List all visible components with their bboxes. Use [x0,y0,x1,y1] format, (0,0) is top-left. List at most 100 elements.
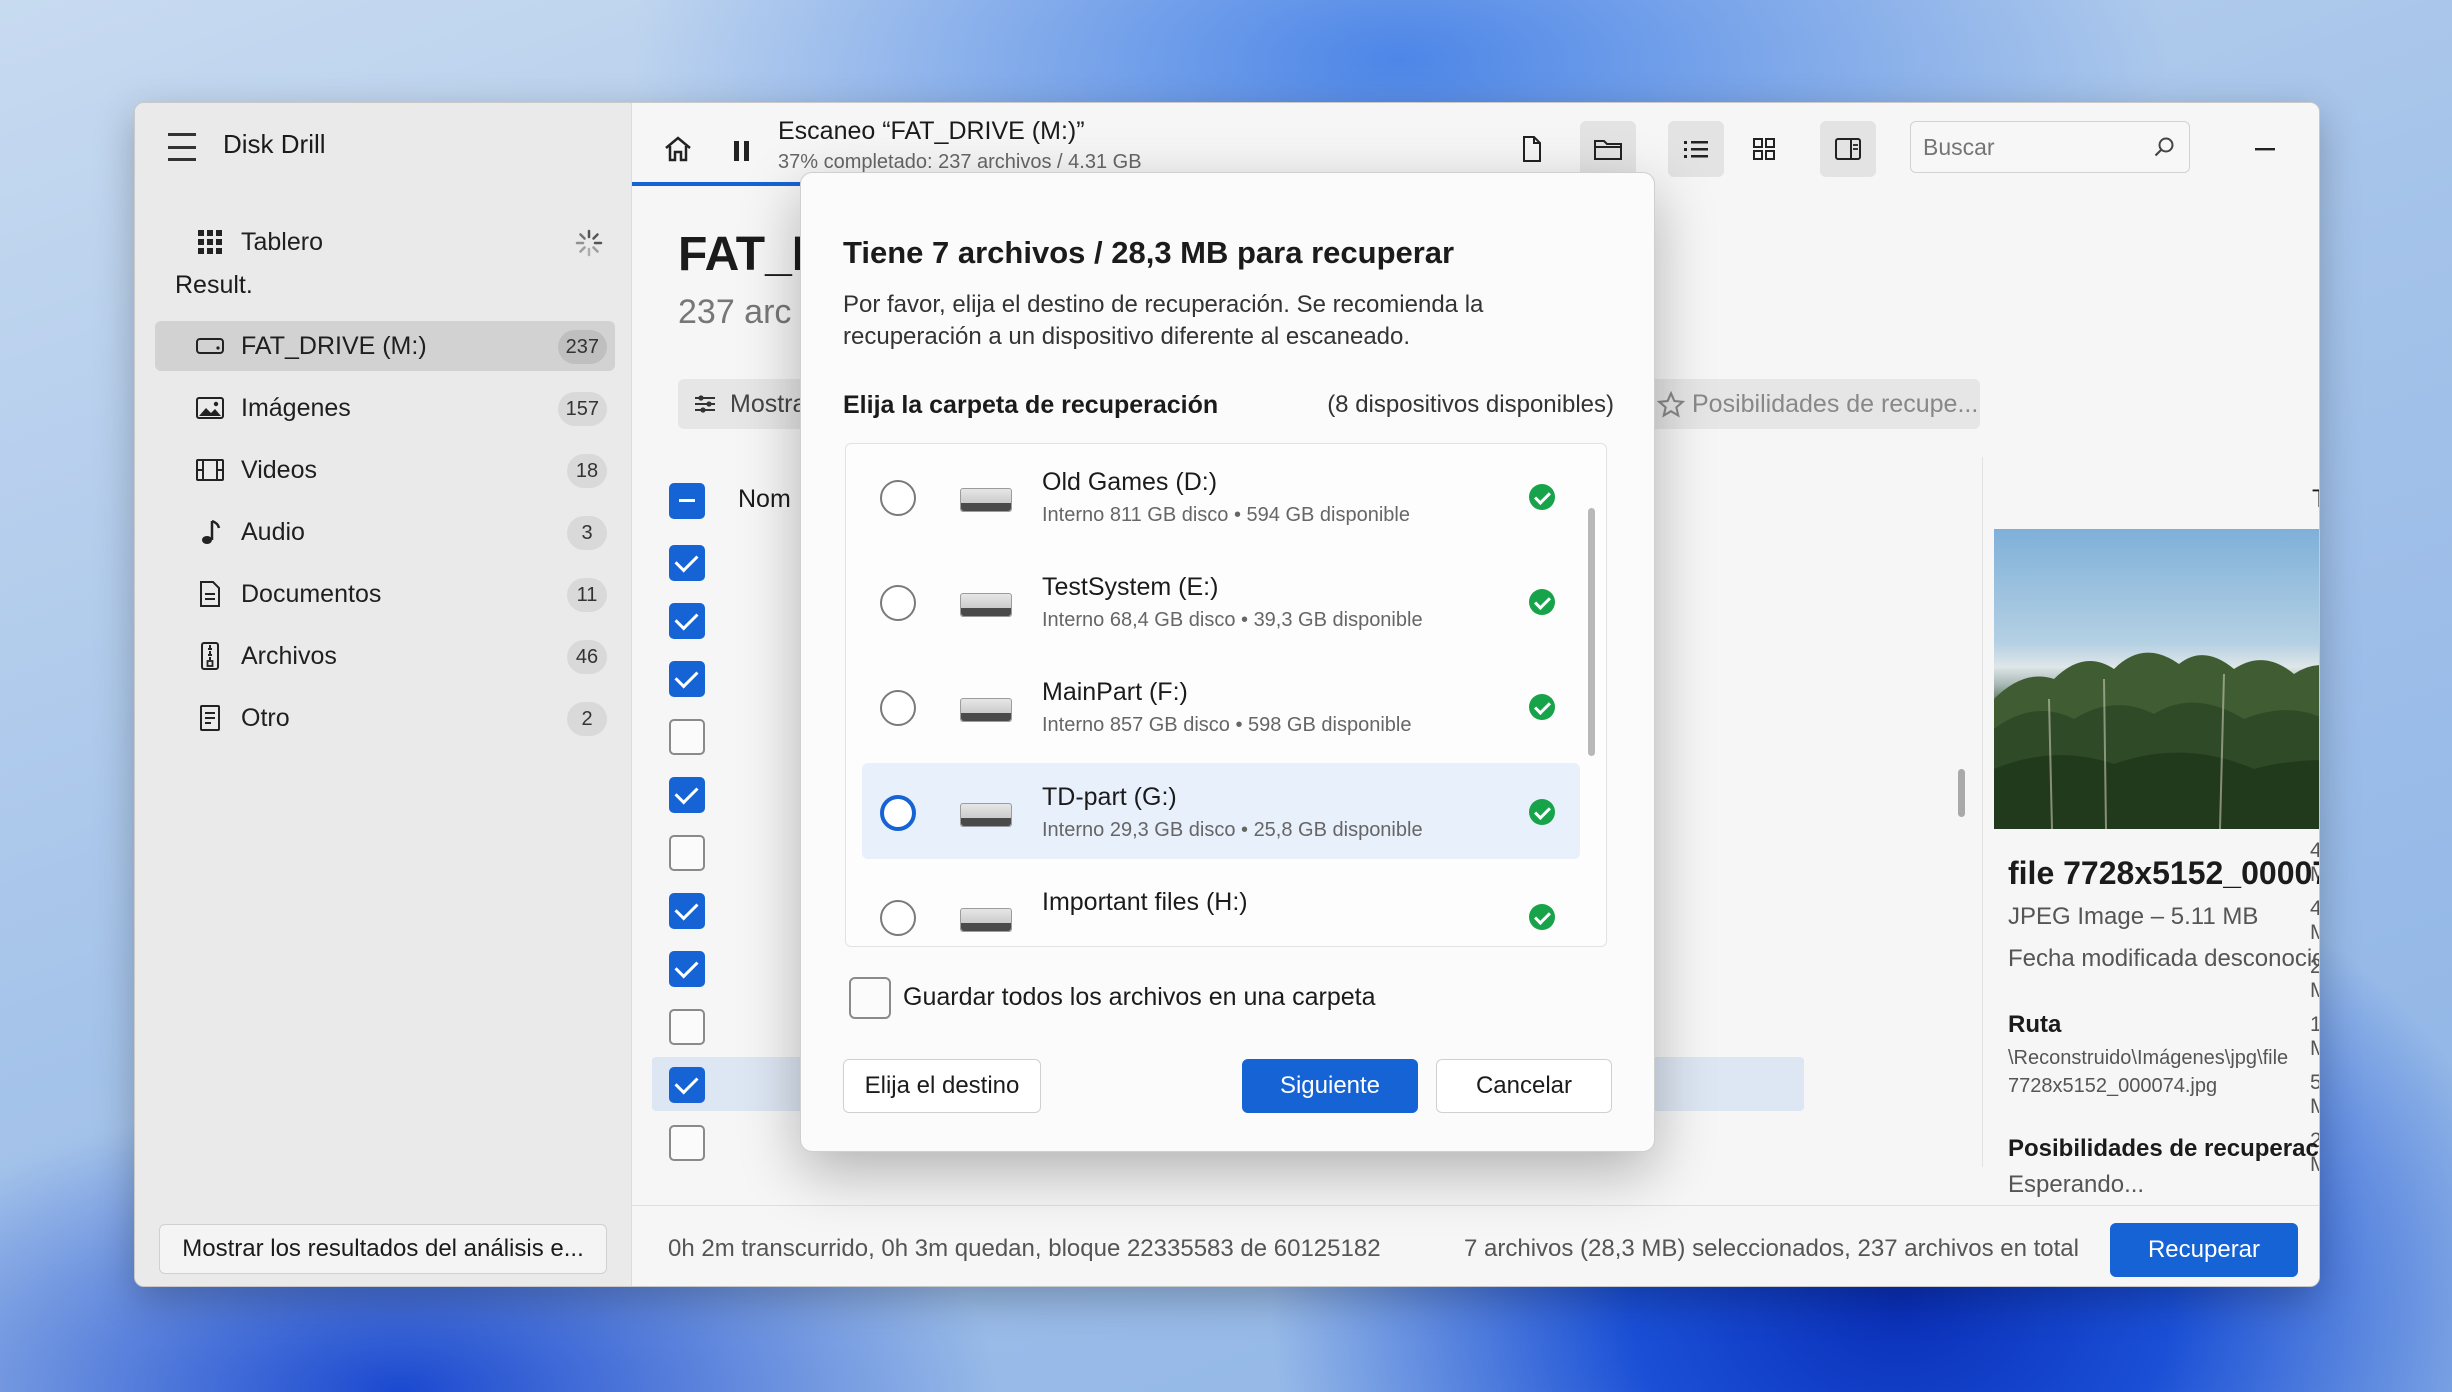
device-details: Interno 29,3 GB disco • 25,8 GB disponib… [1042,819,1423,841]
recovery-chances-button[interactable]: Posibilidades de recupe... [1648,379,1980,429]
check-circle-icon [1529,694,1555,720]
device-name: Old Games (D:) [1042,468,1218,496]
document-icon [195,579,225,609]
check-circle-icon [1529,799,1555,825]
cancel-button[interactable]: Cancelar [1436,1059,1612,1113]
device-name: TD-part (G:) [1042,783,1177,811]
scan-progress-text: 37% completado: 237 archivos / 4.31 GB [778,151,1142,173]
file-icon [195,703,225,733]
device-list-scrollbar[interactable] [1588,508,1595,756]
device-option[interactable]: TestSystem (E:) Interno 68,4 GB disco • 3… [862,553,1580,649]
sidebar-item-label: Audio [241,518,305,546]
scan-title: Escaneo “FAT_DRIVE (M:)” [778,117,1085,145]
device-radio[interactable] [880,900,916,936]
row-checkbox[interactable] [669,1009,705,1045]
next-button[interactable]: Siguiente [1242,1059,1418,1113]
count-badge: 18 [567,454,607,488]
sidebar-item-videos[interactable]: Videos 18 [155,445,615,495]
filter-button[interactable]: Mostra [678,379,818,429]
list-view-button[interactable] [1668,121,1724,177]
sidebar-item-archives[interactable]: Archivos 46 [155,631,615,681]
row-checkbox[interactable] [669,777,705,813]
device-name: TestSystem (E:) [1042,573,1219,601]
search-box[interactable] [1910,121,2190,173]
device-name: MainPart (F:) [1042,678,1188,706]
column-header-name[interactable]: Nom [738,485,791,514]
row-checkbox[interactable] [669,1125,705,1161]
recover-button[interactable]: Recuperar [2110,1223,2298,1277]
sidebar-item-images[interactable]: Imágenes 157 [155,383,615,433]
save-all-one-folder-checkbox[interactable] [849,977,891,1019]
loading-spinner-icon [575,229,603,257]
sidebar-item-label: FAT_DRIVE (M:) [241,332,427,360]
device-option[interactable]: MainPart (F:) Interno 857 GB disco • 598 … [862,658,1580,754]
row-checkbox[interactable] [669,719,705,755]
preview-chances-label: Posibilidades de recuperación [2008,1135,2319,1162]
sidebar-item-label: Imágenes [241,394,351,422]
preview-path-label: Ruta [2008,1011,2062,1038]
row-checkbox[interactable] [669,893,705,929]
select-all-checkbox[interactable] [669,483,705,519]
sidebar-item-fat-drive[interactable]: FAT_DRIVE (M:) 237 [155,321,615,371]
devices-available-count: (8 dispositivos disponibles) [1327,391,1614,418]
grid-icon [195,227,225,257]
app-title: Disk Drill [223,129,326,159]
device-radio[interactable] [880,480,916,516]
preview-path-value-cont: 7728x5152_000074.jpg [2008,1075,2218,1097]
row-checkbox[interactable] [669,1067,705,1103]
device-name: Important files (H:) [1042,888,1248,916]
table-scrollbar[interactable] [1958,769,1965,817]
device-details: Interno 68,4 GB disco • 39,3 GB disponib… [1042,609,1423,631]
sidebar-item-documents[interactable]: Documentos 11 [155,569,615,619]
minimize-icon[interactable] [2244,127,2288,171]
folder-view-button[interactable] [1580,121,1636,177]
grid-view-button[interactable] [1736,121,1792,177]
search-icon[interactable] [2151,134,2177,160]
row-checkbox[interactable] [669,545,705,581]
star-icon [1656,390,1686,420]
recovery-destination-dialog: Tiene 7 archivos / 28,3 MB para recupera… [800,172,1655,1152]
device-option[interactable]: Old Games (D:) Interno 811 GB disco • 594… [862,448,1580,544]
device-details: Interno 857 GB disco • 598 GB disponible [1042,714,1412,736]
save-all-one-folder-label[interactable]: Guardar todos los archivos en una carpet… [903,983,1376,1012]
recovery-chances-label: Posibilidades de recupe... [1692,390,1979,418]
status-bar [632,1205,2319,1206]
count-badge: 3 [567,516,607,550]
filter-sliders-icon [692,391,718,417]
check-circle-icon [1529,904,1555,930]
device-radio[interactable] [880,690,916,726]
device-option[interactable]: Important files (H:) [862,868,1580,946]
row-checkbox[interactable] [669,835,705,871]
sidebar-item-audio[interactable]: Audio 3 [155,507,615,557]
preview-panel-toggle[interactable] [1820,121,1876,177]
hamburger-menu-icon[interactable] [165,133,199,161]
preview-filename: file 7728x5152_000074.jpg [2008,855,2319,891]
show-results-button[interactable]: Mostrar los resultados del análisis e... [159,1224,607,1274]
sidebar-item-label: Otro [241,704,290,732]
preview-modified-date: Fecha modificada desconocido [2008,945,2320,972]
device-list: Old Games (D:) Interno 811 GB disco • 594… [845,443,1607,947]
file-view-button[interactable] [1504,121,1560,177]
row-checkbox[interactable] [669,603,705,639]
results-section-label: Result. [175,271,253,299]
hard-drive-icon [960,908,1012,932]
row-checkbox[interactable] [669,951,705,987]
device-details: Interno 811 GB disco • 594 GB disponible [1042,504,1410,526]
row-checkbox[interactable] [669,661,705,697]
recovery-folder-label: Elija la carpeta de recuperación [843,391,1219,419]
device-radio[interactable] [880,585,916,621]
hard-drive-icon [960,488,1012,512]
sidebar-item-dashboard[interactable]: Tablero [155,217,615,267]
choose-destination-button[interactable]: Elija el destino [843,1059,1041,1113]
device-radio[interactable] [880,795,916,831]
preview-image [1994,529,2319,829]
search-input[interactable] [1923,132,2143,162]
sidebar-item-label: Videos [241,456,317,484]
preview-file-type: JPEG Image – 5.11 MB [2008,903,2259,930]
count-badge: 46 [567,640,607,674]
home-icon[interactable] [658,129,698,169]
pause-icon[interactable] [724,131,760,171]
device-option[interactable]: TD-part (G:) Interno 29,3 GB disco • 25,8… [862,763,1580,859]
sidebar-item-other[interactable]: Otro 2 [155,693,615,743]
count-badge: 157 [557,392,607,426]
